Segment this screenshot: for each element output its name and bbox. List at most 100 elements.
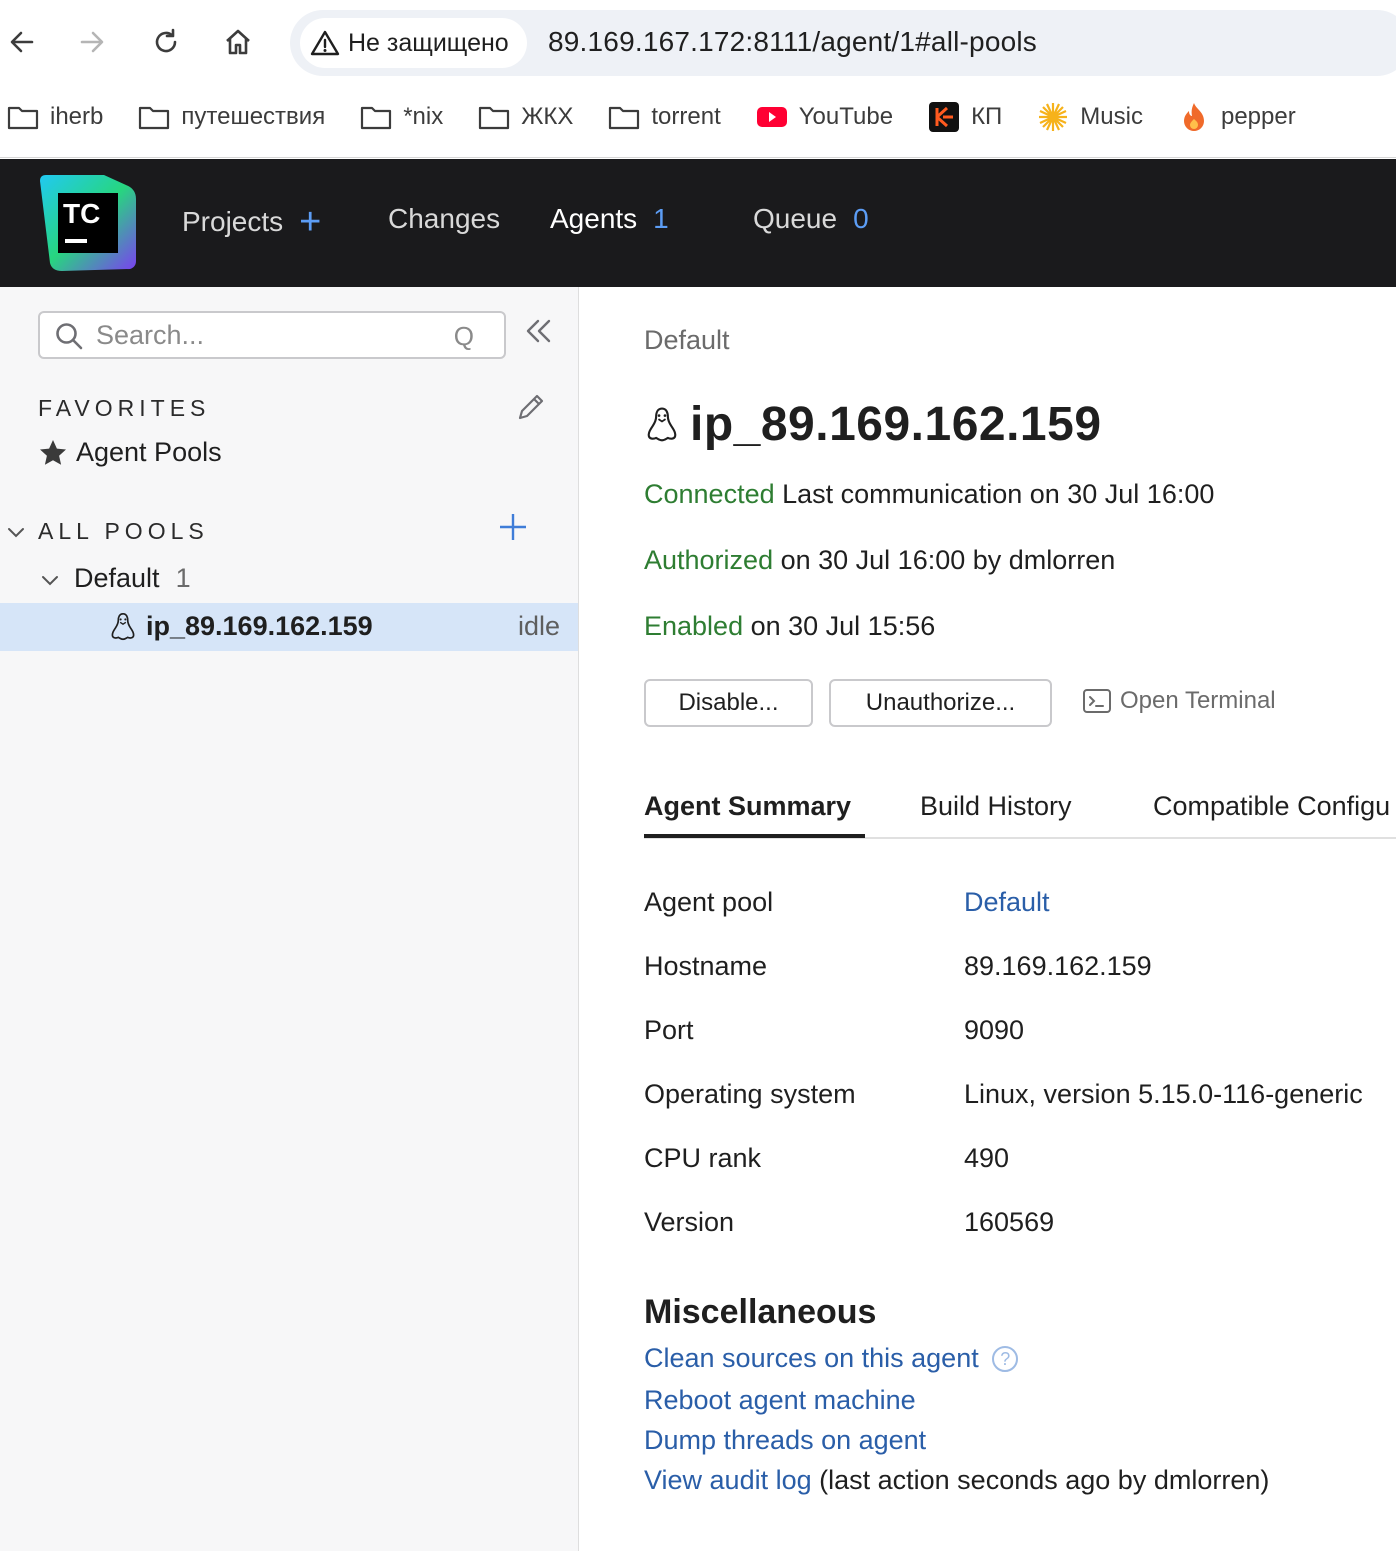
double-chevron-left-icon — [526, 319, 551, 343]
home-icon — [226, 29, 250, 55]
pencil-icon[interactable] — [514, 390, 548, 424]
info-label: CPU rank — [644, 1143, 762, 1173]
browser-chrome: Не защищено 89.169.167.172:8111/agent/1#… — [0, 0, 1396, 158]
audit-log-row: View audit log (last action seconds ago … — [644, 1465, 1269, 1496]
favorites-title: FAVORITES — [38, 395, 211, 421]
nav-projects[interactable]: Projects + — [182, 203, 321, 241]
favorite-label: Agent Pools — [76, 437, 222, 467]
audit-log-link[interactable]: View audit log — [644, 1465, 812, 1495]
logo-text: TC — [63, 198, 100, 229]
linux-icon — [647, 406, 677, 441]
address-bar[interactable]: Не защищено 89.169.167.172:8111/agent/1#… — [290, 10, 1396, 76]
connected-detail: Last communication on 30 Jul 16:00 — [774, 479, 1215, 509]
kp-icon — [927, 102, 961, 132]
forward-button[interactable] — [72, 22, 112, 62]
clean-sources-link[interactable]: Clean sources on this agent — [644, 1343, 979, 1373]
add-project-icon[interactable]: + — [299, 203, 321, 241]
favorite-agent-pools[interactable]: Agent Pools — [38, 437, 222, 468]
bookmark-iherb[interactable]: iherb — [6, 102, 103, 132]
bookmark-label: ЖКХ — [521, 103, 574, 130]
url-text[interactable]: 89.169.167.172:8111/agent/1#all-pools — [548, 26, 1037, 58]
bookmarks-bar: iherb путешествия *nix ЖКХ torrent YouTu… — [0, 92, 1330, 142]
home-button[interactable] — [218, 22, 258, 62]
collapse-sidebar-button[interactable] — [522, 315, 558, 351]
security-chip[interactable]: Не защищено — [300, 18, 527, 68]
info-label: Agent pool — [644, 887, 774, 917]
flame-icon — [1177, 102, 1211, 132]
enabled-label: Enabled — [644, 611, 744, 641]
info-label: Version — [644, 1207, 735, 1237]
sidebar-search[interactable]: Q — [38, 311, 506, 359]
arrow-right-icon — [80, 31, 104, 53]
misc-title: Miscellaneous — [644, 1293, 877, 1331]
bookmark-youtube[interactable]: YouTube — [755, 102, 893, 132]
dump-threads-link[interactable]: Dump threads on agent — [644, 1425, 926, 1456]
reload-button[interactable] — [146, 22, 186, 62]
nav-changes-label: Changes — [388, 203, 501, 234]
connection-status: Connected Last communication on 30 Jul 1… — [644, 479, 1214, 510]
bookmark-travel[interactable]: путешествия — [137, 102, 325, 132]
tab-build-history[interactable]: Build History — [920, 791, 1072, 822]
open-terminal-button[interactable]: Open Terminal — [1082, 687, 1276, 715]
info-label: Hostname — [644, 951, 768, 981]
bookmark-label: iherb — [50, 103, 104, 130]
terminal-icon — [1083, 689, 1111, 713]
folder-icon — [359, 102, 393, 132]
agent-list-name: ip_89.169.162.159 — [146, 611, 373, 641]
reload-icon — [155, 28, 177, 53]
back-button[interactable] — [2, 22, 42, 62]
pool-count: 1 — [175, 563, 191, 593]
folder-icon — [6, 102, 40, 132]
bookmark-kp[interactable]: КП — [927, 102, 1002, 132]
queue-count: 0 — [853, 203, 869, 234]
all-pools-title: ALL POOLS — [38, 518, 209, 544]
authorization-status: Authorized on 30 Jul 16:00 by dmlorren — [644, 545, 1115, 576]
agent-details: Default ip_89.169.162.159 Connected Last… — [580, 287, 1396, 1551]
sun-icon — [1036, 102, 1070, 132]
search-hotkey: Q — [453, 321, 474, 351]
warning-icon — [310, 30, 340, 56]
bookmark-music[interactable]: Music — [1036, 102, 1143, 132]
clean-sources-row: Clean sources on this agent ? — [644, 1343, 1019, 1374]
info-label: Port — [644, 1015, 694, 1045]
unauthorize-button[interactable]: Unauthorize... — [829, 679, 1052, 727]
tab-bar: Agent Summary Build History Compatible C… — [644, 787, 1396, 839]
breadcrumb[interactable]: Default — [644, 325, 730, 356]
search-icon — [56, 323, 83, 350]
pool-item-default[interactable]: Default 1 — [74, 563, 191, 594]
agent-list-item[interactable]: ip_89.169.162.159 idle — [0, 603, 578, 651]
disable-button[interactable]: Disable... — [644, 679, 813, 727]
nav-agents[interactable]: Agents 1 — [550, 203, 669, 235]
chevron-down-icon[interactable] — [6, 523, 26, 543]
connected-label: Connected — [644, 479, 775, 509]
pool-name: Default — [74, 563, 160, 593]
bookmark-nix[interactable]: *nix — [359, 102, 443, 132]
authorized-detail: on 30 Jul 16:00 by dmlorren — [773, 545, 1116, 575]
bookmark-zhkh[interactable]: ЖКХ — [477, 102, 573, 132]
teamcity-header: TC Projects + Changes Agents 1 Queue 0 — [0, 159, 1396, 287]
sidebar: Q FAVORITES Agent Pools ALL POOLS Defaul… — [0, 287, 579, 1551]
agents-count: 1 — [653, 203, 669, 234]
add-pool-button[interactable] — [498, 509, 528, 549]
nav-changes[interactable]: Changes — [388, 203, 500, 235]
chevron-down-icon[interactable] — [40, 571, 60, 591]
nav-queue-label: Queue — [753, 203, 838, 234]
star-icon — [40, 439, 66, 465]
info-value: 9090 — [964, 1015, 1025, 1045]
search-input[interactable] — [96, 319, 436, 351]
audit-note: (last action seconds ago by dmlorren) — [811, 1465, 1270, 1495]
open-terminal-label: Open Terminal — [1120, 687, 1276, 714]
page-title: ip_89.169.162.159 — [644, 397, 1102, 452]
tab-compatible-configurations[interactable]: Compatible Configu — [1153, 791, 1390, 822]
help-icon[interactable]: ? — [992, 1346, 1019, 1372]
nav-queue[interactable]: Queue 0 — [753, 203, 869, 235]
bookmark-pepper[interactable]: pepper — [1177, 102, 1296, 132]
reboot-agent-link[interactable]: Reboot agent machine — [644, 1385, 916, 1416]
agent-pool-link[interactable]: Default — [964, 887, 1050, 918]
bookmark-label: Music — [1080, 103, 1143, 130]
bookmark-torrent[interactable]: torrent — [607, 102, 721, 132]
tab-agent-summary[interactable]: Agent Summary — [644, 791, 851, 822]
security-label: Не защищено — [348, 28, 509, 57]
teamcity-logo[interactable]: TC — [40, 175, 136, 271]
bookmark-label: YouTube — [798, 103, 894, 130]
